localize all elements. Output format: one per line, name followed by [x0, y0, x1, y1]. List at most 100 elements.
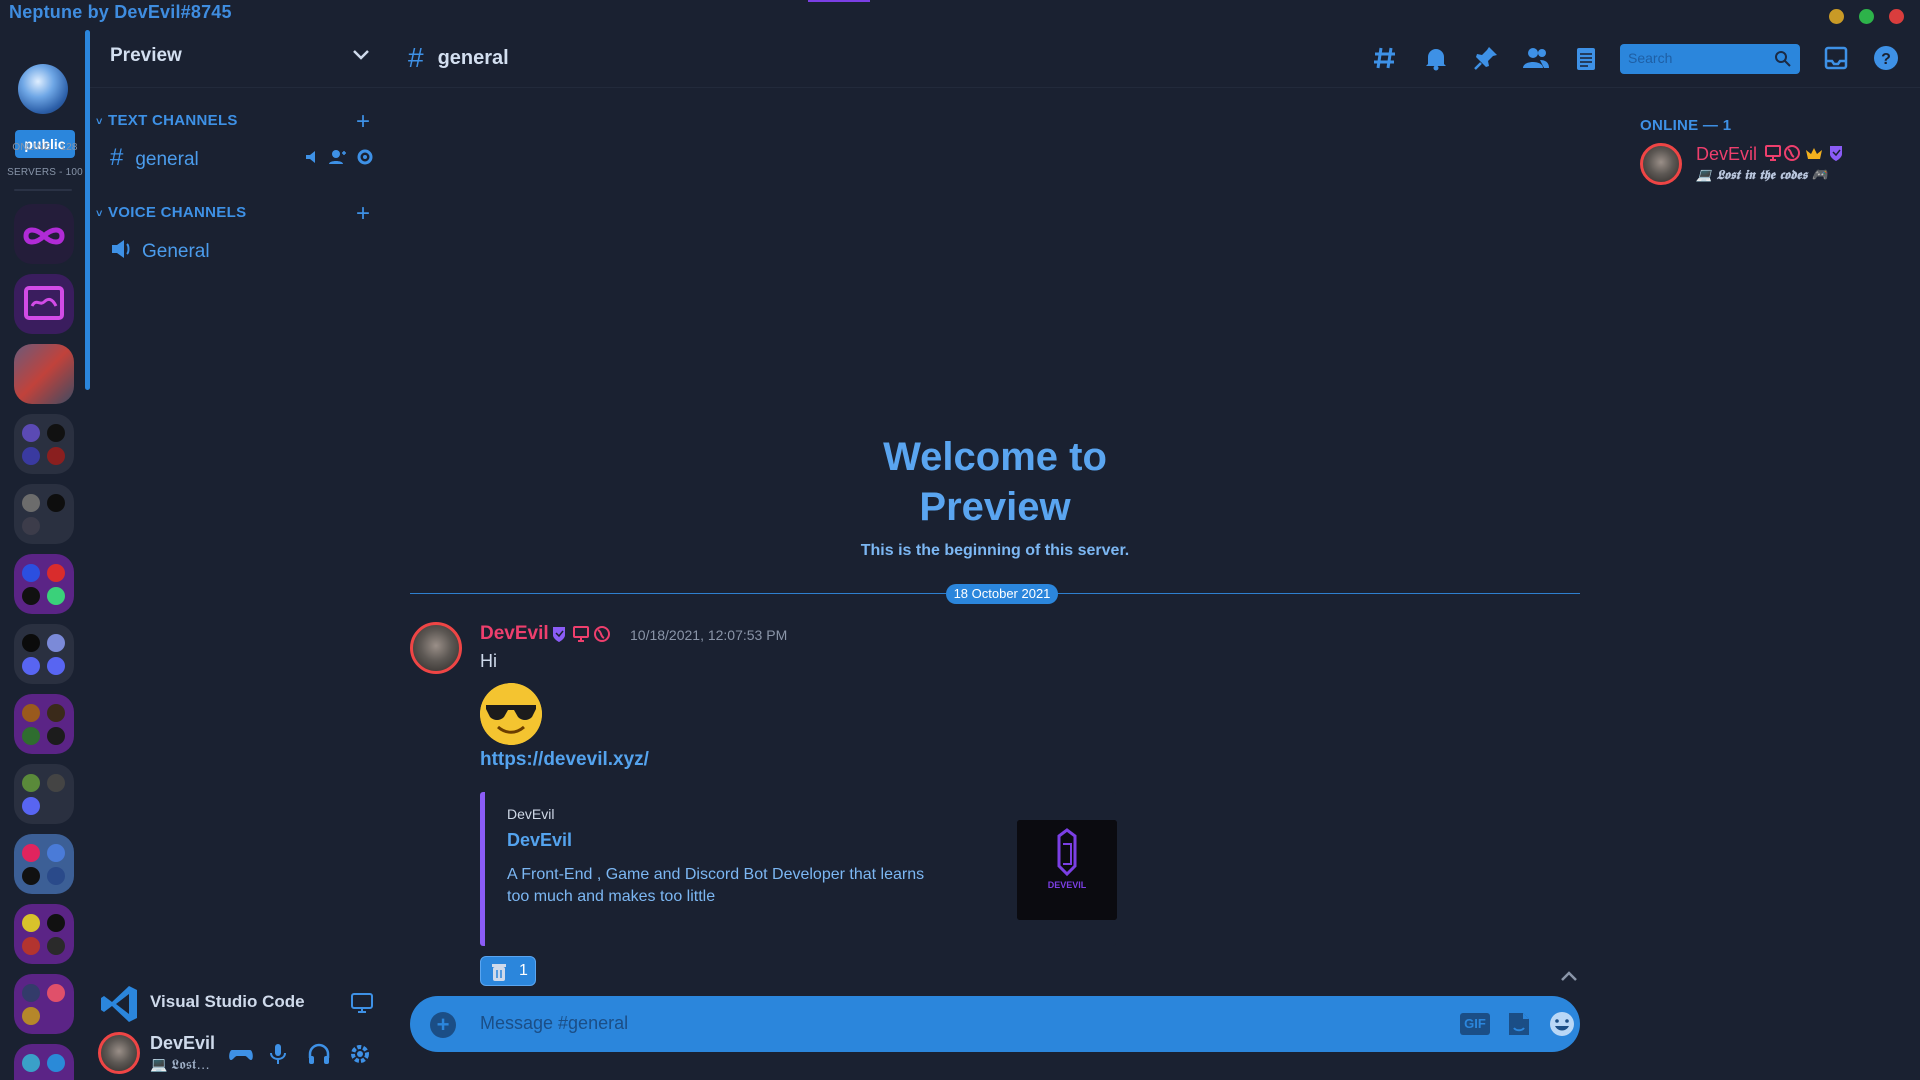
gamepad-icon[interactable]	[228, 1044, 254, 1064]
hash-icon: #	[110, 144, 124, 171]
desktop-icon	[1765, 145, 1781, 161]
pin-icon[interactable]	[1472, 44, 1500, 72]
member-list: ONLINE — 1 DevEvil 💻 𝕷𝖔𝖘𝖙 𝖎𝖓 𝖙𝖍𝖊 𝖈𝖔𝖉𝖊𝖘 🎮	[1640, 88, 1910, 288]
server-icon[interactable]	[14, 204, 74, 264]
server-folder[interactable]	[14, 904, 74, 964]
gear-icon[interactable]	[348, 1042, 372, 1066]
threads-icon[interactable]	[1372, 44, 1400, 72]
message-link[interactable]: https://devevil.xyz/	[480, 749, 649, 771]
trash-icon	[492, 964, 506, 981]
sunglasses-emoji-icon	[480, 683, 542, 745]
home-button[interactable]	[18, 64, 68, 114]
online-stat: ONLINE - 128	[12, 142, 78, 153]
user-name: DevEvil	[150, 1033, 216, 1053]
inbox-icon[interactable]	[1822, 44, 1850, 72]
screen-share-icon[interactable]	[350, 992, 374, 1014]
welcome-subtitle: This is the beginning of this server.	[860, 542, 1130, 559]
notepad-icon[interactable]	[1572, 44, 1600, 72]
member-badges	[1765, 145, 1842, 161]
title-accent	[808, 0, 870, 2]
invite-icon[interactable]	[329, 150, 346, 164]
microphone-icon[interactable]	[268, 1042, 288, 1066]
headphones-icon[interactable]	[307, 1042, 331, 1066]
message-timestamp: 10/18/2021, 12:07:53 PM	[630, 627, 788, 643]
user-status: 💻 𝕷𝖔𝖘𝖙…	[150, 1056, 211, 1072]
desktop-icon	[573, 626, 589, 642]
server-folder[interactable]	[14, 764, 74, 824]
category-label: TEXT CHANNELS	[108, 112, 238, 129]
server-folder[interactable]	[14, 484, 74, 544]
avatar[interactable]	[98, 1032, 140, 1074]
speaker-icon[interactable]	[306, 151, 315, 163]
activity-panel: Visual Studio Code	[90, 974, 390, 1034]
message-text: Hi	[480, 651, 497, 671]
members-icon[interactable]	[1522, 44, 1550, 72]
server-folder[interactable]	[14, 974, 74, 1034]
add-channel-button[interactable]: +	[356, 202, 370, 226]
attach-button[interactable]: +	[430, 1012, 456, 1038]
category-voice-channels[interactable]: ˅ VOICE CHANNELS	[96, 204, 246, 221]
crown-icon	[1806, 148, 1822, 159]
gear-icon[interactable]	[357, 149, 373, 165]
server-folder[interactable]	[14, 834, 74, 894]
member-name[interactable]: DevEvil	[1696, 144, 1757, 165]
embed-thumbnail[interactable]: DEVEVIL	[1017, 820, 1117, 920]
author-badges	[553, 626, 610, 642]
shield-icon	[553, 627, 565, 642]
category-text-channels[interactable]: ˅ TEXT CHANNELS	[96, 112, 238, 129]
reaction-count: 1	[519, 962, 528, 979]
close-button[interactable]	[1889, 9, 1904, 24]
embed-title[interactable]: DevEvil	[507, 830, 572, 851]
message-author[interactable]: DevEvil	[480, 623, 549, 645]
voice-channel-general[interactable]: General	[110, 238, 210, 263]
link-embed: DevEvil DevEvil A Front-End , Game and D…	[480, 792, 1117, 946]
server-icon[interactable]	[14, 274, 74, 334]
server-folder[interactable]	[14, 1044, 74, 1080]
avatar[interactable]	[1640, 143, 1682, 185]
activity-name: Visual Studio Code	[150, 992, 305, 1011]
category-label: VOICE CHANNELS	[108, 204, 247, 221]
channel-general[interactable]: # general	[110, 144, 199, 172]
thumbnail-text: DEVEVIL	[1048, 880, 1087, 890]
channel-title: # general	[408, 42, 509, 74]
search-bar[interactable]: Search	[1620, 44, 1800, 74]
chevron-up-icon[interactable]	[1560, 970, 1578, 982]
user-panel: DevEvil 💻 𝕷𝖔𝖘𝖙…	[90, 1030, 390, 1080]
server-rail: public ONLINE - 128 SERVERS - 100	[0, 26, 90, 1080]
cart-icon	[24, 286, 64, 320]
emoji-picker-icon[interactable]	[1548, 1010, 1576, 1038]
globe-icon	[594, 626, 610, 642]
server-folder[interactable]	[14, 554, 74, 614]
server-folder[interactable]	[14, 624, 74, 684]
embed-author: DevEvil	[507, 806, 555, 822]
gif-button[interactable]: GIF	[1460, 1013, 1490, 1035]
message-input[interactable]: Message #general	[480, 1013, 628, 1034]
member-status: 💻 𝕷𝖔𝖘𝖙 𝖎𝖓 𝖙𝖍𝖊 𝖈𝖔𝖉𝖊𝖘 🎮	[1696, 168, 1829, 183]
avatar[interactable]	[410, 622, 462, 674]
chevron-down-icon: ˅	[96, 208, 103, 220]
globe-icon	[1784, 145, 1800, 161]
search-icon	[1775, 51, 1791, 67]
server-folder[interactable]	[14, 414, 74, 474]
vscode-icon	[101, 986, 137, 1022]
message-composer[interactable]: + Message #general GIF	[410, 996, 1580, 1052]
channel-header: # general Search ?	[390, 26, 1920, 88]
add-channel-button[interactable]: +	[356, 110, 370, 134]
minimize-button[interactable]	[1829, 9, 1844, 24]
chevron-down-icon	[353, 50, 369, 60]
date-divider-label: 18 October 2021	[946, 584, 1058, 604]
server-folder[interactable]	[14, 694, 74, 754]
welcome-title: Welcome to Preview	[883, 435, 1107, 529]
rail-separator	[14, 189, 72, 191]
guild-header[interactable]: Preview	[90, 26, 390, 88]
search-input[interactable]: Search	[1628, 50, 1672, 66]
bell-icon[interactable]	[1422, 44, 1450, 72]
reaction-button[interactable]: 1	[480, 956, 536, 986]
maximize-button[interactable]	[1859, 9, 1874, 24]
sticker-icon[interactable]	[1506, 1010, 1532, 1038]
server-icon[interactable]	[14, 344, 74, 404]
channel-label: General	[142, 241, 210, 262]
help-icon[interactable]: ?	[1872, 44, 1900, 72]
hash-icon: #	[408, 42, 424, 73]
chevron-down-icon: ˅	[96, 116, 103, 128]
